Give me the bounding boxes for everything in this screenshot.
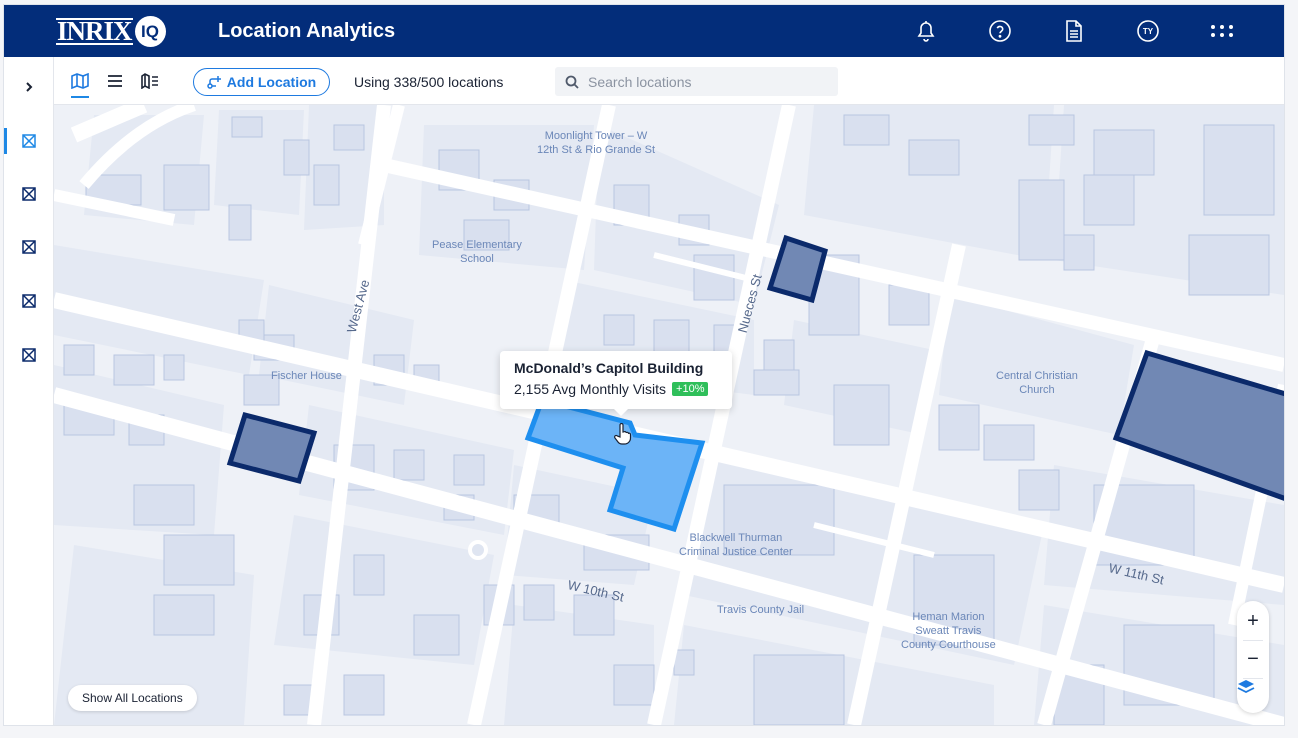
zoom-divider (1243, 640, 1263, 641)
bell-icon[interactable] (913, 18, 939, 44)
popup-change-badge: +10% (672, 382, 709, 396)
add-location-label: Add Location (226, 74, 317, 90)
label-travis-jail: Travis County Jail (717, 603, 804, 617)
app-window: INRIX IQ Location Analytics TY Add Locat… (4, 5, 1284, 725)
inrix-iq-logo[interactable]: INRIX IQ (56, 16, 166, 47)
top-header: INRIX IQ Location Analytics TY (4, 5, 1284, 57)
apps-grid-icon[interactable] (1209, 18, 1235, 44)
popup-title: McDonald’s Capitol Building (514, 360, 704, 376)
layers-icon (1237, 680, 1255, 694)
location-box-icon (22, 348, 36, 362)
search-input[interactable] (588, 73, 828, 90)
label-fischer-house: Fischer House (271, 369, 342, 383)
search-icon (565, 75, 579, 89)
label-pease-school: Pease Elementary School (432, 238, 522, 266)
label-moonlight-tower: Moonlight Tower – W 12th St & Rio Grande… (537, 129, 655, 157)
usage-text: Using 338/500 locations (354, 74, 504, 90)
active-view-underline (71, 96, 89, 98)
search-box[interactable] (555, 67, 838, 96)
rail-location-4[interactable] (4, 287, 54, 315)
location-popup[interactable]: McDonald’s Capitol Building 2,155 Avg Mo… (500, 351, 732, 416)
logo-wordmark: INRIX (56, 16, 133, 46)
map-list-view-icon[interactable] (139, 70, 161, 92)
rail-location-2[interactable] (4, 180, 54, 208)
label-blackwell-text: Blackwell Thurman Criminal Justice Cente… (679, 532, 793, 558)
rail-location-1[interactable] (4, 127, 54, 155)
layers-button[interactable] (1237, 679, 1269, 711)
add-location-button[interactable]: Add Location (193, 68, 330, 96)
help-icon[interactable] (987, 18, 1013, 44)
label-central-text: Central Christian Church (996, 370, 1078, 396)
expand-sidebar-button[interactable] (4, 73, 54, 101)
hand-cursor-icon (614, 423, 632, 445)
label-pease-text: Pease Elementary School (432, 239, 522, 265)
label-heman-text: Heman Marion Sweatt Travis County Courth… (901, 611, 996, 651)
map-base (54, 105, 1284, 725)
document-icon[interactable] (1061, 18, 1087, 44)
map-canvas[interactable]: Moonlight Tower – W 12th St & Rio Grande… (54, 105, 1284, 725)
rail-location-5[interactable] (4, 341, 54, 369)
chevron-right-icon (26, 82, 33, 92)
zoom-controls: + − (1237, 601, 1269, 713)
label-central-church: Central Christian Church (996, 369, 1078, 397)
zoom-in-button[interactable]: + (1237, 605, 1269, 637)
label-moonlight-text: Moonlight Tower – W 12th St & Rio Grande… (537, 130, 656, 156)
zoom-out-button[interactable]: − (1237, 643, 1269, 675)
label-blackwell: Blackwell Thurman Criminal Justice Cente… (679, 531, 793, 559)
show-all-locations-button[interactable]: Show All Locations (68, 685, 197, 711)
logo-badge: IQ (134, 16, 166, 47)
label-fischer-text: Fischer House (271, 370, 342, 382)
add-location-icon (207, 76, 221, 89)
location-box-icon (22, 294, 36, 308)
map-view-icon[interactable] (69, 70, 91, 92)
label-heman-courthouse: Heman Marion Sweatt Travis County Courth… (901, 610, 996, 652)
app-title: Location Analytics (218, 20, 396, 42)
list-view-icon[interactable] (104, 70, 126, 92)
user-avatar[interactable]: TY (1135, 18, 1161, 44)
label-travis-jail-text: Travis County Jail (717, 604, 805, 616)
left-rail (4, 57, 54, 725)
location-box-icon (22, 240, 36, 254)
popup-visits: 2,155 Avg Monthly Visits (514, 381, 667, 397)
location-box-icon (22, 187, 36, 201)
avatar-initials: TY (1142, 26, 1154, 36)
popup-visits-row: 2,155 Avg Monthly Visits +10% (514, 381, 732, 397)
location-box-icon (22, 134, 36, 148)
rail-location-3[interactable] (4, 233, 54, 261)
map-toolbar: Add Location Using 338/500 locations (54, 57, 1284, 105)
